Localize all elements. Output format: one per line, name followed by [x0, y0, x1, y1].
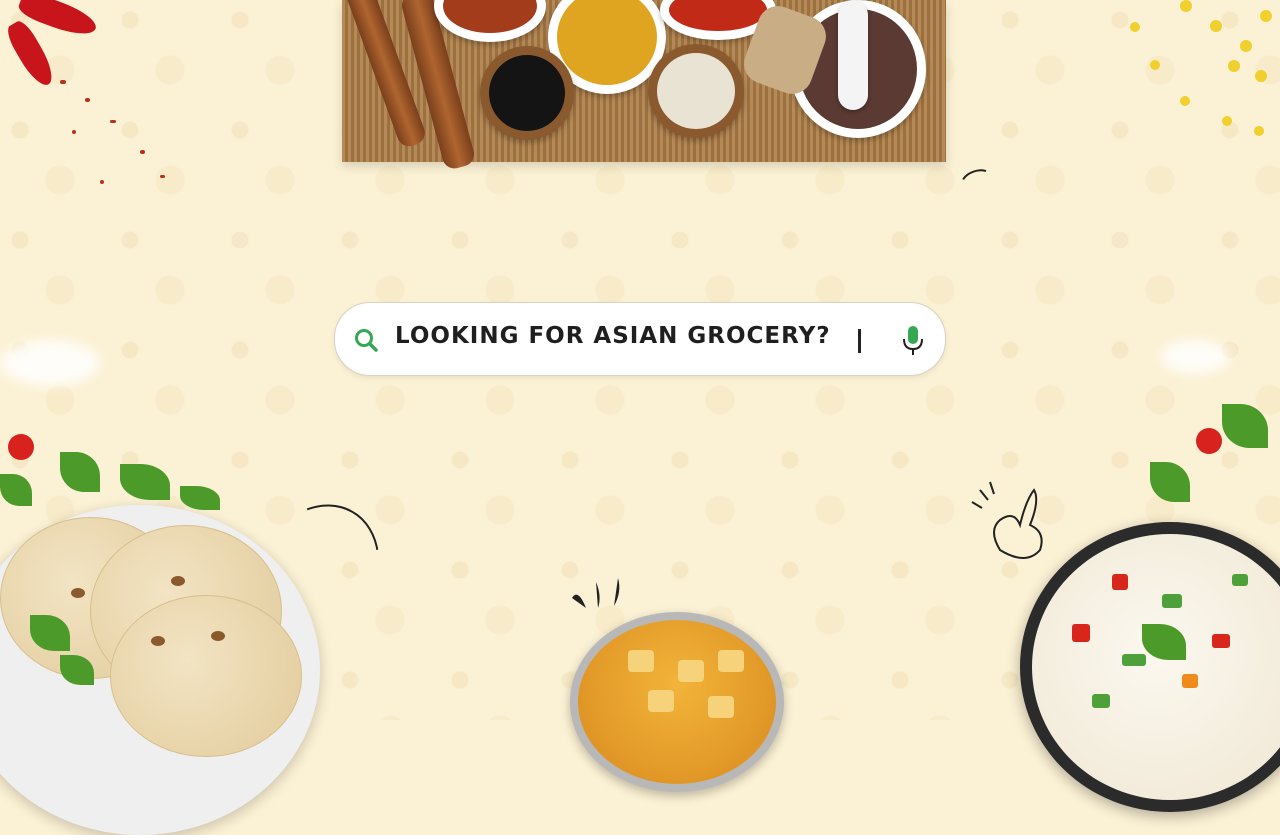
- text-cursor: [858, 329, 861, 353]
- splash-doodle: [568, 578, 628, 618]
- ok-hand-doodle: [970, 480, 1060, 570]
- tomato-decoration: [8, 434, 34, 460]
- spice-mat-image: [342, 0, 946, 172]
- search-bar[interactable]: LOOKING FOR ASIAN GROCERY?: [334, 302, 946, 376]
- search-icon[interactable]: [353, 327, 379, 353]
- search-input[interactable]: LOOKING FOR ASIAN GROCERY?: [395, 323, 831, 349]
- microphone-icon[interactable]: [901, 323, 925, 357]
- cloud-decoration: [0, 340, 100, 386]
- tomato-decoration: [1196, 428, 1222, 454]
- curry-pot-image: [570, 612, 784, 792]
- cloud-decoration: [1160, 340, 1230, 374]
